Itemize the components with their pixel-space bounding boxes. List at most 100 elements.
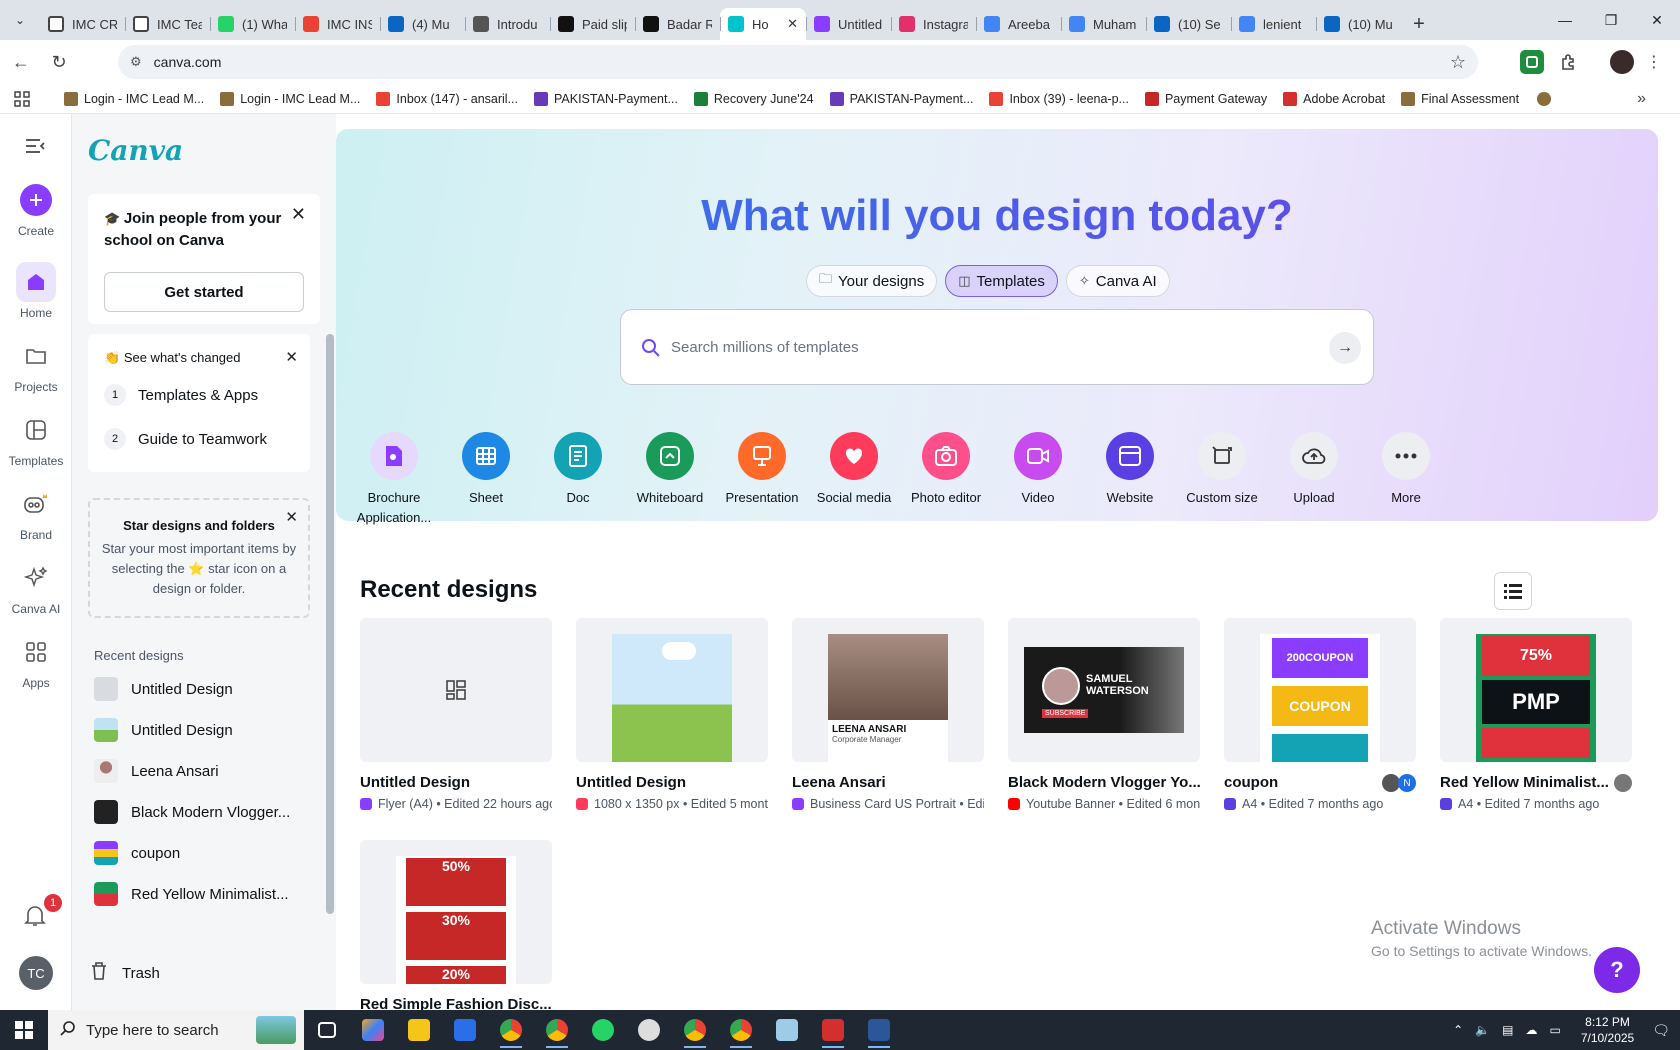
collaborator-avatar[interactable] (1614, 774, 1632, 792)
taskbar-notepad[interactable] (764, 1010, 810, 1050)
bookmark-star-icon[interactable]: ☆ (1450, 52, 1466, 73)
design-type-brochure[interactable]: Brochure Application... (348, 432, 440, 527)
trash-item[interactable]: Trash (90, 958, 310, 988)
close-window-button[interactable]: ✕ (1634, 0, 1680, 40)
design-type-social-media-heart[interactable]: Social media (808, 432, 900, 527)
close-tab-icon[interactable]: ✕ (787, 16, 798, 32)
taskbar-word[interactable] (856, 1010, 902, 1050)
design-card-title[interactable]: Untitled Design (360, 774, 552, 791)
browser-tab[interactable]: Areeba (976, 8, 1061, 40)
taskbar-app[interactable] (442, 1010, 488, 1050)
taskbar-chrome[interactable] (672, 1010, 718, 1050)
bookmark-item[interactable]: Final Assessment (1401, 91, 1519, 106)
browser-tab[interactable]: Instagra (891, 8, 976, 40)
bookmark-item[interactable]: PAKISTAN-Payment... (534, 91, 678, 106)
bookmark-item[interactable]: Login - IMC Lead M... (64, 91, 204, 106)
rail-create[interactable]: Create (0, 184, 72, 238)
rail-projects[interactable]: Projects (0, 336, 72, 394)
tray-chevron-icon[interactable]: ⌃ (1453, 1023, 1463, 1037)
design-type-upload-cloud[interactable]: Upload (1268, 432, 1360, 527)
rail-home[interactable]: Home (0, 262, 72, 320)
your-designs-pill[interactable]: 🗀 Your designs (806, 265, 938, 297)
browser-tab[interactable]: Badar R (635, 8, 720, 40)
account-avatar[interactable]: TC (19, 956, 53, 990)
address-bar[interactable]: ⚙ canva.com ☆ (118, 45, 1478, 79)
browser-tab[interactable]: (10) Se (1146, 8, 1231, 40)
design-card[interactable]: 200COUPON COUPON coupon A4 • Edited 7 month… (1224, 618, 1416, 811)
browser-tab[interactable]: Paid slip (550, 8, 635, 40)
templates-pill[interactable]: ◫ Templates (945, 265, 1058, 297)
search-submit-arrow-icon[interactable]: → (1329, 332, 1361, 364)
taskbar-chrome[interactable] (718, 1010, 764, 1050)
bookmark-item[interactable]: Login - IMC Lead M... (220, 91, 360, 106)
design-type-photo-editor-camera[interactable]: Photo editor (900, 432, 992, 527)
site-info-icon[interactable]: ⚙ (130, 54, 142, 70)
browser-tab[interactable]: IMC CRM (40, 8, 125, 40)
bookmark-item[interactable]: Payment Gateway (1144, 91, 1267, 106)
extension-icon[interactable] (1520, 50, 1544, 74)
design-type-whiteboard[interactable]: Whiteboard (624, 432, 716, 527)
recent-design-item[interactable]: Black Modern Vlogger... (94, 797, 314, 827)
bookmark-item[interactable]: Inbox (39) - leena-p... (989, 91, 1129, 106)
apps-grid-icon[interactable] (14, 84, 40, 114)
canva-logo[interactable]: Canva (88, 134, 183, 167)
notification-center-icon[interactable]: 🗨 (1652, 1022, 1670, 1039)
browser-menu-icon[interactable]: ⋮ (1642, 50, 1666, 74)
recent-design-item[interactable]: Red Yellow Minimalist... (94, 879, 314, 909)
bookmark-item[interactable]: Recovery June'24 (693, 91, 814, 106)
collaborator-avatars[interactable]: N (1382, 774, 1416, 792)
close-icon[interactable]: ✕ (285, 348, 298, 366)
browser-tab[interactable]: Ho ✕ (720, 8, 806, 40)
onedrive-icon[interactable]: ☁ (1525, 1023, 1537, 1037)
design-card[interactable]: LEENA ANSARI Corporate Manager Leena Ansar… (792, 618, 984, 811)
design-card-thumbnail[interactable]: LEENA ANSARI Corporate Manager (792, 618, 984, 762)
bookmark-item[interactable]: Inbox (147) - ansaril... (376, 91, 518, 106)
tab-search-chevron-icon[interactable]: ⌄ (0, 0, 40, 40)
taskbar-copilot[interactable] (350, 1010, 396, 1050)
rail-canva-ai[interactable]: Canva AI (0, 558, 72, 616)
taskbar-acrobat[interactable] (810, 1010, 856, 1050)
recent-design-item[interactable]: Untitled Design (94, 674, 314, 704)
changed-item-teamwork[interactable]: 2 Guide to Teamwork (104, 428, 267, 450)
bookmarks-overflow-icon[interactable]: » (1637, 90, 1646, 108)
browser-tab[interactable]: (4) Mu (380, 8, 465, 40)
design-type-custom-size[interactable]: Custom size (1176, 432, 1268, 527)
browser-tab[interactable]: Introdu (465, 8, 550, 40)
notifications-bell-icon[interactable]: 1 (24, 894, 62, 933)
taskbar-whatsapp[interactable] (580, 1010, 626, 1050)
design-card-thumbnail[interactable]: 75% PMP (1440, 618, 1632, 762)
design-card-title[interactable]: Leena Ansari (792, 774, 984, 791)
display-icon[interactable]: ▭ (1549, 1023, 1560, 1037)
design-type-sheet[interactable]: Sheet (440, 432, 532, 527)
recent-design-item[interactable]: coupon (94, 838, 314, 868)
taskbar-chrome[interactable] (534, 1010, 580, 1050)
taskbar-task-view[interactable] (304, 1010, 350, 1050)
design-card-thumbnail[interactable] (360, 618, 552, 762)
bookmark-item[interactable]: PAKISTAN-Payment... (829, 91, 973, 106)
bookmark-extra-icon[interactable] (1537, 91, 1552, 106)
taskbar-search[interactable]: Type here to search (48, 1010, 304, 1050)
recent-design-item[interactable]: Leena Ansari (94, 756, 314, 786)
design-card[interactable]: Untitled Design 1080 x 1350 px • Edited 5… (576, 618, 768, 811)
close-icon[interactable]: ✕ (285, 508, 298, 526)
get-started-button[interactable]: Get started (104, 272, 304, 312)
windows-start-icon[interactable] (0, 1010, 48, 1050)
browser-tab[interactable]: Muham (1061, 8, 1146, 40)
volume-icon[interactable]: 🔈 (1475, 1023, 1490, 1037)
back-button[interactable]: ← (4, 45, 38, 79)
bookmark-item[interactable]: Adobe Acrobat (1283, 91, 1385, 106)
browser-tab[interactable]: lenient (1231, 8, 1316, 40)
design-card-thumbnail[interactable] (576, 618, 768, 762)
close-icon[interactable]: ✕ (291, 204, 306, 225)
network-icon[interactable]: ▤ (1502, 1023, 1513, 1037)
browser-tab[interactable]: IMC INS (295, 8, 380, 40)
design-type-video[interactable]: Video (992, 432, 1084, 527)
design-type-website[interactable]: Website (1084, 432, 1176, 527)
browser-tab[interactable]: (1) Wha (210, 8, 295, 40)
panel-scrollbar[interactable] (326, 334, 334, 914)
design-card[interactable]: 50% 30% 20% Red Simple Fashion Disc... (360, 840, 552, 1010)
design-type-doc[interactable]: Doc (532, 432, 624, 527)
extensions-puzzle-icon[interactable] (1556, 50, 1580, 74)
design-type-more-dots[interactable]: More (1360, 432, 1452, 527)
design-card-thumbnail[interactable]: 50% 30% 20% (360, 840, 552, 984)
